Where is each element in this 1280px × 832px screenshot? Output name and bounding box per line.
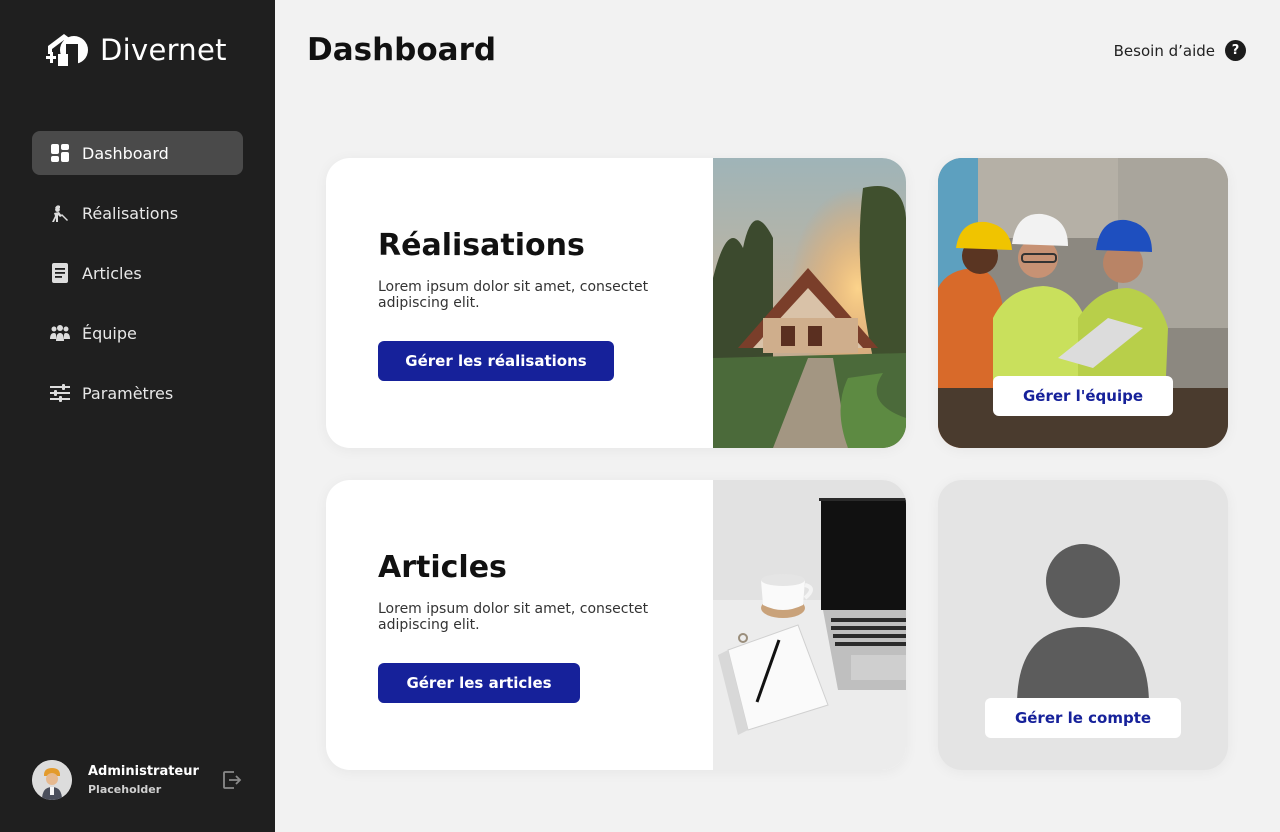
manage-team-button[interactable]: Gérer l'équipe [993,376,1173,416]
team-icon [50,323,70,343]
card-equipe: Gérer l'équipe [938,158,1228,448]
card-title: Articles [378,550,507,585]
user-name: Administrateur [88,764,199,779]
house-logo-icon [46,34,88,66]
manage-articles-button[interactable]: Gérer les articles [378,663,580,703]
sidebar: Divernet Dashboard Réalisations Articles… [0,0,275,832]
help-link[interactable]: Besoin d’aide ? [1114,40,1246,61]
brand[interactable]: Divernet [44,30,227,70]
desk-photo [713,480,906,770]
card-body: Réalisations Lorem ipsum dolor sit amet,… [378,228,678,311]
page-title: Dashboard [307,32,497,68]
house-photo [713,158,906,448]
sidebar-item-label: Dashboard [82,143,169,163]
help-label: Besoin d’aide [1113,41,1215,60]
user-text: Administrateur Placeholder [88,764,199,796]
sidebar-item-label: Réalisations [82,203,179,223]
brand-name: Divernet [100,33,227,67]
sidebar-item-label: Équipe [82,323,137,343]
card-description: Lorem ipsum dolor sit amet, consectet ad… [378,279,649,311]
sidebar-item-parametres[interactable]: Paramètres [32,371,243,415]
sidebar-nav: Dashboard Réalisations Articles Équipe P… [32,131,243,431]
card-title: Réalisations [378,228,585,263]
sidebar-item-label: Paramètres [82,383,174,403]
avatar[interactable] [32,760,72,800]
sidebar-item-dashboard[interactable]: Dashboard [32,131,243,175]
card-articles: Articles Lorem ipsum dolor sit amet, con… [326,480,906,770]
question-icon: ? [1225,40,1246,61]
sidebar-item-articles[interactable]: Articles [32,251,243,295]
sidebar-item-label: Articles [82,263,142,283]
user-role: Placeholder [88,783,162,796]
worker-icon [50,203,70,223]
dashboard-icon [50,143,70,163]
manage-account-button[interactable]: Gérer le compte [985,698,1181,738]
manage-realisations-button[interactable]: Gérer les réalisations [378,341,614,381]
sidebar-item-equipe[interactable]: Équipe [32,311,243,355]
document-icon [50,263,70,283]
card-realisations: Réalisations Lorem ipsum dolor sit amet,… [326,158,906,448]
sidebar-item-realisations[interactable]: Réalisations [32,191,243,235]
sliders-icon [50,383,70,403]
logout-icon[interactable] [221,769,243,791]
card-compte: Gérer le compte [938,480,1228,770]
user-profile: Administrateur Placeholder [32,760,243,800]
card-description: Lorem ipsum dolor sit amet, consectet ad… [378,601,649,633]
card-body: Articles Lorem ipsum dolor sit amet, con… [378,550,678,633]
